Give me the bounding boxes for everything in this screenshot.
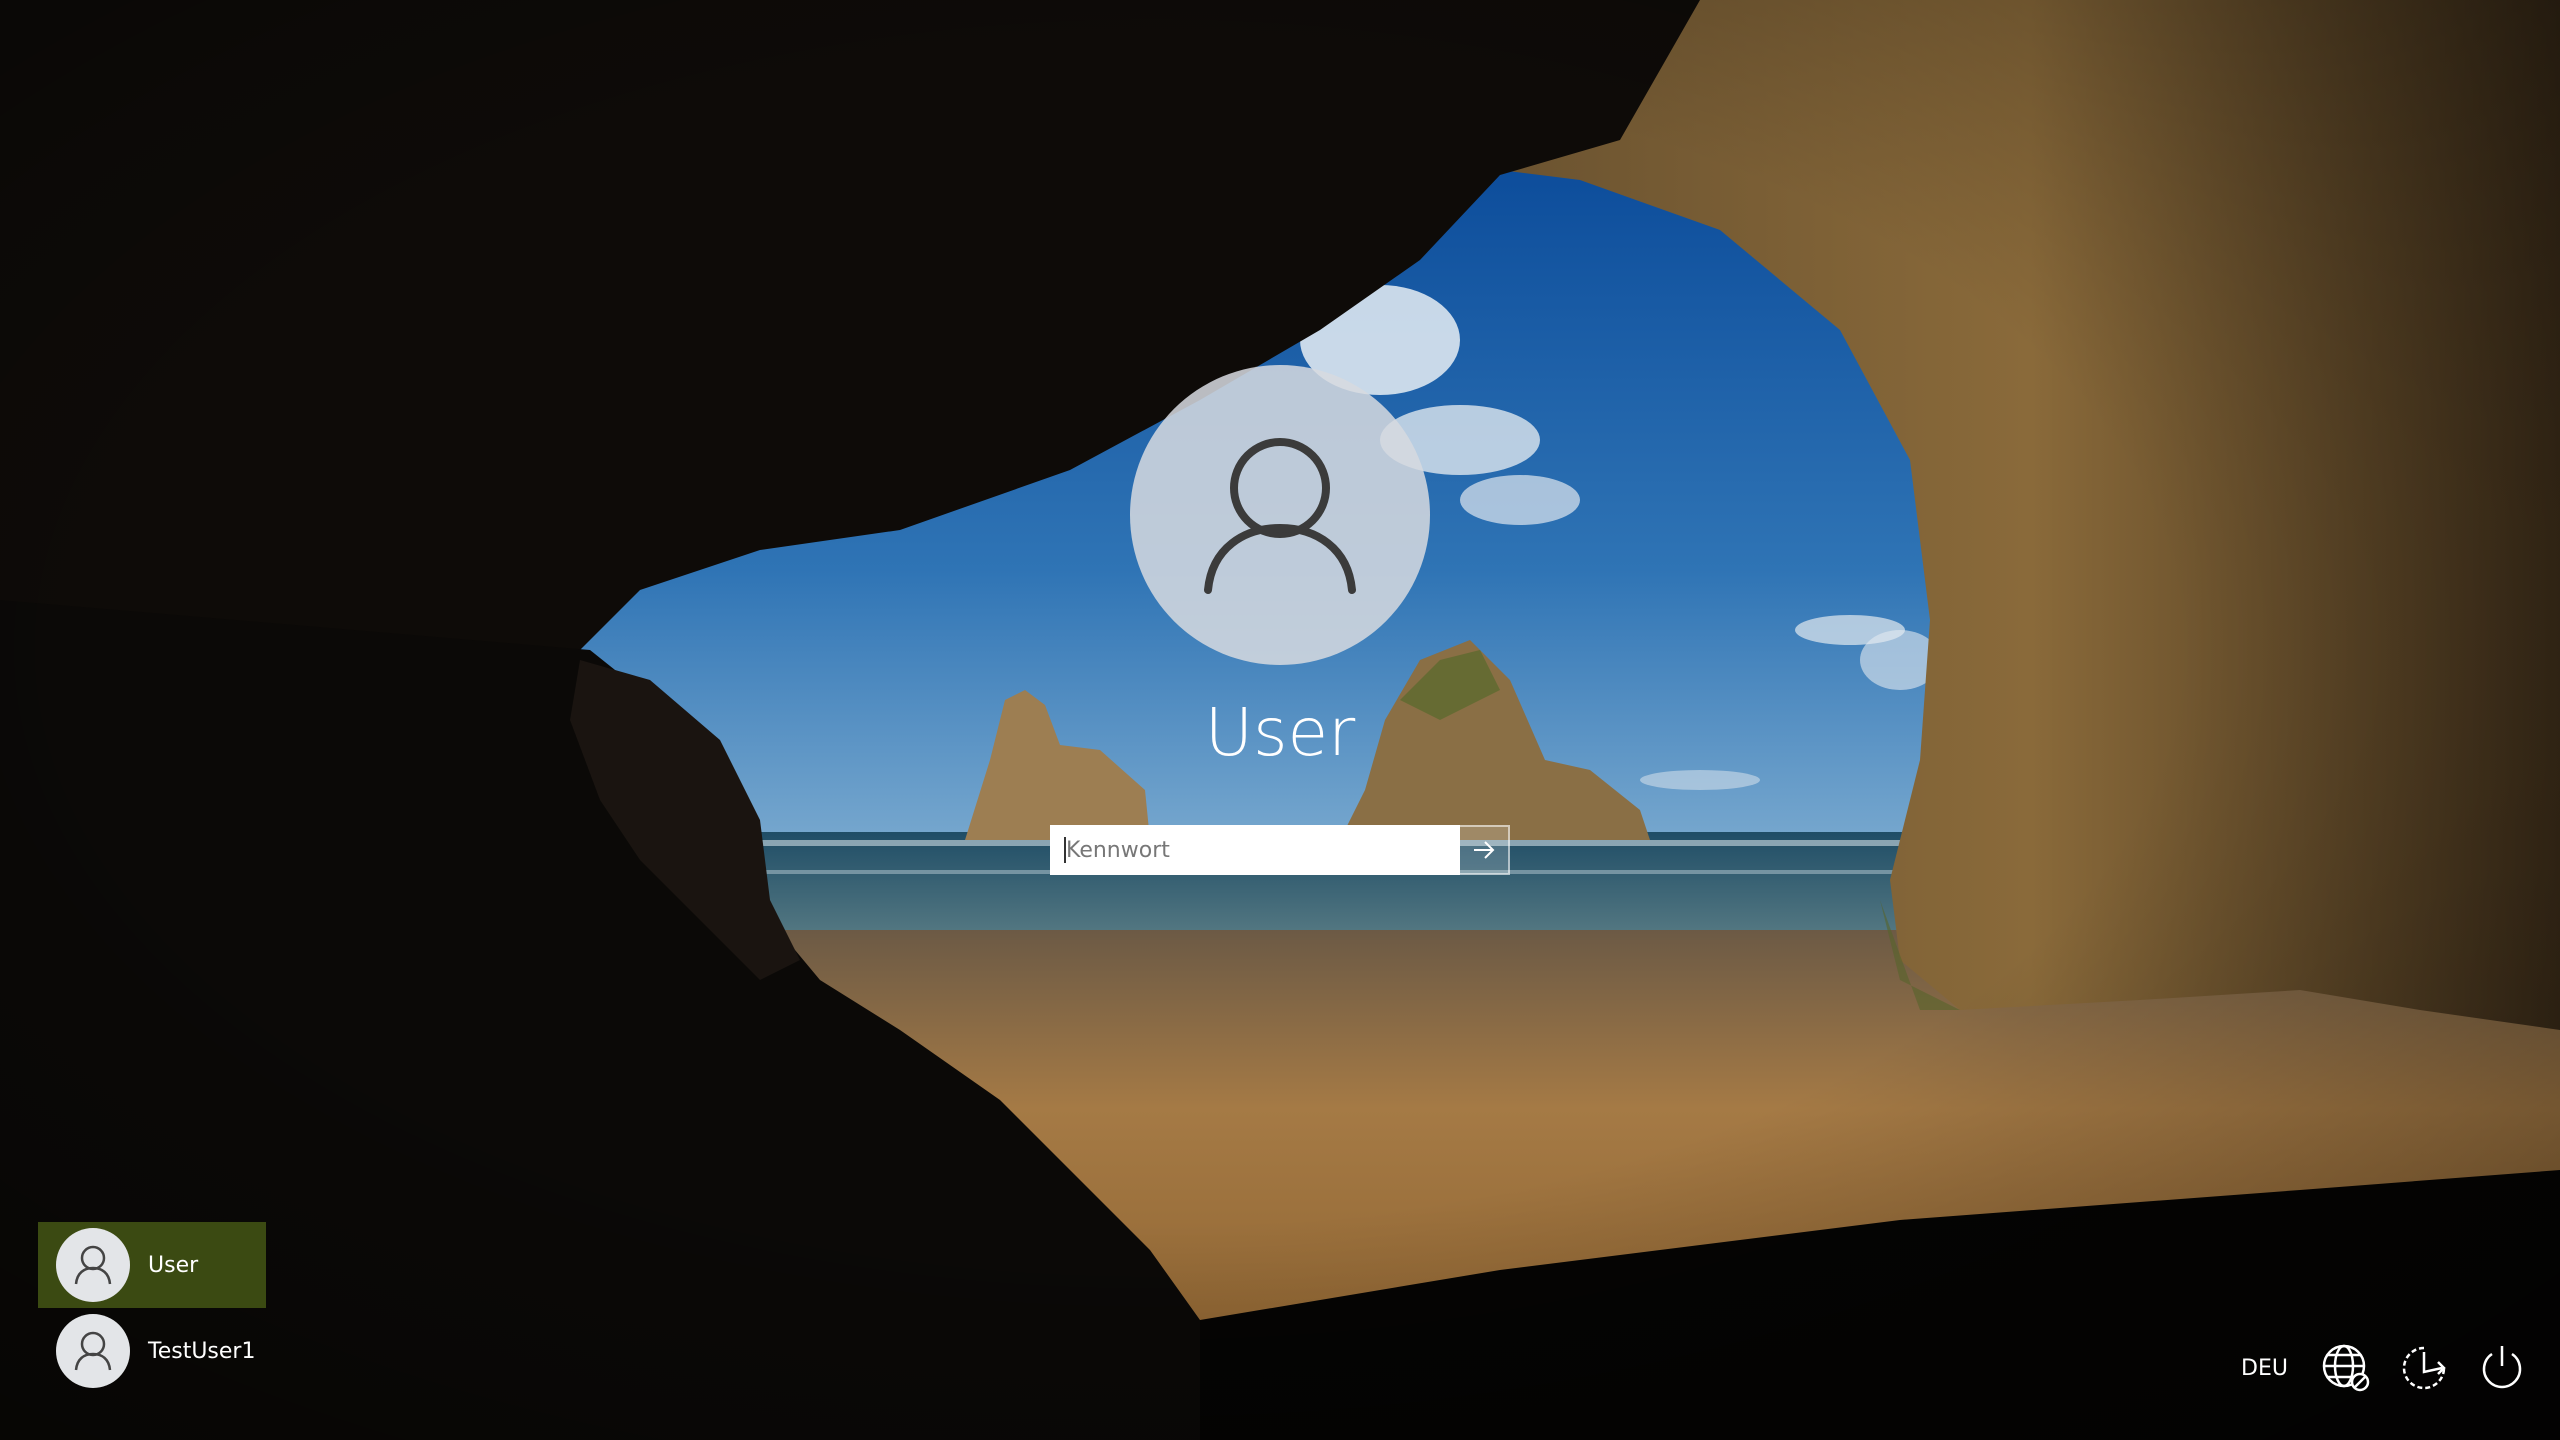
power-button[interactable] <box>2474 1340 2530 1396</box>
user-item-testuser1[interactable]: TestUser1 <box>38 1308 266 1394</box>
user-silhouette-icon <box>74 1245 112 1285</box>
ease-of-access-button[interactable] <box>2396 1340 2452 1396</box>
text-caret <box>1064 837 1066 863</box>
arrow-right-icon <box>1474 841 1495 859</box>
user-silhouette-icon <box>74 1331 112 1371</box>
system-tray: DEU <box>2241 1340 2530 1396</box>
network-globe-icon <box>2322 1344 2370 1392</box>
user-item-user[interactable]: User <box>38 1222 266 1308</box>
input-language-indicator[interactable]: DEU <box>2241 1356 2288 1381</box>
user-silhouette-icon <box>1204 438 1356 594</box>
user-avatar-large <box>1130 365 1430 665</box>
user-list: User TestUser1 <box>38 1222 266 1394</box>
username-title: User <box>1204 694 1356 771</box>
network-button[interactable] <box>2318 1340 2374 1396</box>
user-item-label: User <box>148 1252 199 1278</box>
power-icon <box>2482 1346 2522 1389</box>
password-input[interactable] <box>1050 825 1460 875</box>
user-item-label: TestUser1 <box>148 1338 256 1364</box>
password-box <box>1050 825 1510 875</box>
avatar <box>56 1314 130 1388</box>
avatar <box>56 1228 130 1302</box>
submit-arrow-button[interactable] <box>1460 825 1510 875</box>
ease-of-access-icon <box>2402 1346 2446 1390</box>
